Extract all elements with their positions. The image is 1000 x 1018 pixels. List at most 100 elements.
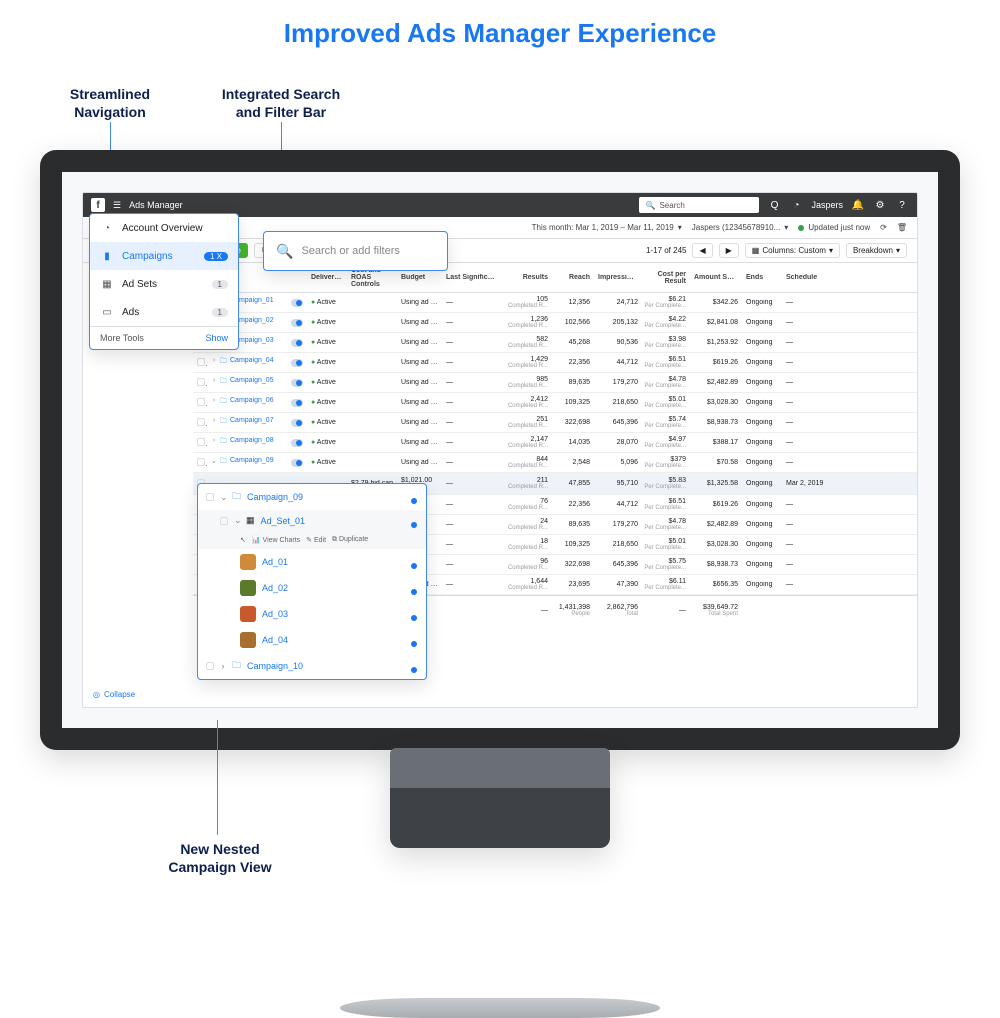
col-delivery[interactable]: Delivery ↑	[307, 274, 347, 281]
campaigns-badge: 1 X	[204, 252, 228, 261]
table-row[interactable]: ›🗀Campaign_02 ● Active Using ad s... — 1…	[193, 313, 917, 333]
row-checkbox[interactable]	[197, 378, 205, 386]
app-name: Ads Manager	[129, 200, 183, 210]
toggle-switch[interactable]	[291, 359, 303, 367]
campaign-link[interactable]: Campaign_09	[230, 457, 274, 468]
nested-adset-row[interactable]: ⌄▦ Ad_Set_01	[198, 510, 426, 531]
bell-icon[interactable]: 🔔	[851, 198, 865, 212]
table-row[interactable]: ›🗀Campaign_01 ● Active Using ad s... — 1…	[193, 293, 917, 313]
help-icon[interactable]: ?	[895, 198, 909, 212]
cursor-icon: ↖	[240, 536, 246, 544]
row-checkbox[interactable]	[197, 358, 205, 366]
toggle-switch[interactable]	[291, 399, 303, 407]
nested-ad-row[interactable]: Ad_03	[198, 601, 426, 627]
ads-badge: 1	[212, 308, 228, 317]
col-reach[interactable]: Reach	[552, 274, 594, 281]
page-title: Improved Ads Manager Experience	[0, 18, 1000, 49]
campaign-link[interactable]: Campaign_08	[230, 437, 274, 448]
toggle-switch[interactable]	[291, 439, 303, 447]
updated-status: Updated just now	[798, 223, 870, 232]
campaign-link[interactable]: Campaign_04	[230, 357, 274, 368]
toggle-switch[interactable]	[291, 419, 303, 427]
ad-thumbnail	[240, 632, 256, 648]
folder-icon: 🗀	[232, 489, 241, 505]
monitor-base	[340, 998, 660, 1018]
duplicate-link[interactable]: ⧉ Duplicate	[332, 536, 368, 544]
global-search-input[interactable]: 🔍 Search	[639, 197, 759, 213]
nested-campaign-next-row[interactable]: ›🗀 Campaign_10	[198, 653, 426, 679]
nested-ad-row[interactable]: Ad_02	[198, 575, 426, 601]
col-impr[interactable]: Impressions	[594, 274, 642, 281]
campaign-link[interactable]: Campaign_05	[230, 377, 274, 388]
ad-link[interactable]: Ad_02	[262, 583, 288, 593]
row-checkbox[interactable]	[197, 398, 205, 406]
ad-link[interactable]: Ad_04	[262, 635, 288, 645]
search-go-icon[interactable]: Q	[767, 198, 781, 212]
search-filter-popover[interactable]: 🔍 Search or add filters	[263, 231, 448, 271]
row-checkbox[interactable]	[197, 438, 205, 446]
table-row[interactable]: ⌄🗀Campaign_09 ● Active Using ad s... — 8…	[193, 453, 917, 473]
pager-prev-button[interactable]: ◀	[692, 243, 712, 258]
nav-account-overview[interactable]: ◔ Account Overview	[90, 214, 238, 242]
col-sched[interactable]: Schedule	[782, 274, 828, 281]
callout-nested: New Nested Campaign View	[150, 840, 290, 876]
ad-link[interactable]: Ad_03	[262, 609, 288, 619]
col-amt[interactable]: Amount Spent	[690, 274, 742, 281]
more-tools-label: More Tools	[100, 333, 144, 343]
nav-adsets[interactable]: ▦ Ad Sets 1	[90, 270, 238, 298]
show-more-tools-link[interactable]: Show	[205, 333, 228, 343]
ad-link[interactable]: Ad_01	[262, 557, 288, 567]
col-budget[interactable]: Budget	[397, 274, 442, 281]
edit-link[interactable]: ✎ Edit	[306, 536, 326, 544]
grid-icon: ▦	[246, 515, 255, 526]
view-charts-link[interactable]: 📊 View Charts	[252, 536, 300, 544]
col-ends[interactable]: Ends	[742, 274, 782, 281]
table-row[interactable]: ›🗀Campaign_07 ● Active Using ad s... — 2…	[193, 413, 917, 433]
gear-icon[interactable]: ⚙	[873, 198, 887, 212]
col-results[interactable]: Results	[502, 274, 552, 281]
toggle-switch[interactable]	[291, 319, 303, 327]
toggle-switch[interactable]	[291, 339, 303, 347]
table-row[interactable]: ›🗀Campaign_06 ● Active Using ad s... — 2…	[193, 393, 917, 413]
folder-icon: 🗀	[220, 377, 227, 388]
folder-icon: ▮	[100, 249, 114, 263]
refresh-icon[interactable]: ⟳	[880, 223, 887, 232]
table-row[interactable]: ›🗀Campaign_08 ● Active Using ad s... — 2…	[193, 433, 917, 453]
columns-dropdown[interactable]: ▦ Columns: Custom ▾	[745, 243, 840, 258]
row-checkbox[interactable]	[197, 458, 205, 466]
nested-ad-row[interactable]: Ad_01	[198, 549, 426, 575]
pager-next-button[interactable]: ▶	[719, 243, 739, 258]
facebook-logo-icon[interactable]: f	[91, 198, 105, 212]
table-row[interactable]: ›🗀Campaign_05 ● Active Using ad s... — 9…	[193, 373, 917, 393]
topbar-account-label[interactable]: Jaspers	[811, 200, 843, 210]
speedometer-icon: ◔	[100, 221, 114, 235]
col-cpr[interactable]: Cost per Result	[642, 271, 690, 285]
nested-ad-row[interactable]: Ad_04	[198, 627, 426, 653]
breakdown-dropdown[interactable]: Breakdown ▾	[846, 243, 907, 258]
toggle-switch[interactable]	[291, 299, 303, 307]
trash-icon[interactable]: 🗑	[897, 223, 907, 232]
collapse-sidebar-button[interactable]: ◎ Collapse	[93, 690, 135, 699]
hamburger-icon[interactable]: ☰	[113, 200, 121, 211]
campaign-link[interactable]: Campaign_07	[230, 417, 274, 428]
search-filter-placeholder: Search or add filters	[301, 245, 399, 257]
date-range-picker[interactable]: This month: Mar 1, 2019 – Mar 11, 2019 ▾	[532, 223, 682, 232]
nav-campaigns[interactable]: ▮ Campaigns 1 X	[90, 242, 238, 270]
speedometer-icon[interactable]: ◔	[789, 198, 803, 212]
nested-campaign-row[interactable]: ⌄🗀 Campaign_09	[198, 484, 426, 510]
callout-nav: Streamlined Navigation	[40, 85, 180, 121]
table-row[interactable]: ›🗀Campaign_04 ● Active Using ad s... — 1…	[193, 353, 917, 373]
account-dropdown[interactable]: Jaspers (12345678910... ▾	[692, 223, 789, 232]
toggle-switch[interactable]	[291, 379, 303, 387]
table-row[interactable]: ›🗀Campaign_03 ● Active Using ad s... — 5…	[193, 333, 917, 353]
campaign-link[interactable]: Campaign_06	[230, 397, 274, 408]
callout-search: Integrated Search and Filter Bar	[196, 85, 366, 121]
folder-icon: 🗀	[220, 457, 227, 468]
nav-ads[interactable]: ▭ Ads 1	[90, 298, 238, 326]
toggle-switch[interactable]	[291, 459, 303, 467]
status-dot-icon	[798, 225, 804, 231]
search-placeholder: Search	[659, 201, 684, 210]
row-checkbox[interactable]	[197, 418, 205, 426]
col-lse[interactable]: Last Significant Edit	[442, 274, 502, 281]
app-screen: f ☰ Ads Manager 🔍 Search Q ◔ Jaspers 🔔 ⚙…	[82, 192, 918, 708]
